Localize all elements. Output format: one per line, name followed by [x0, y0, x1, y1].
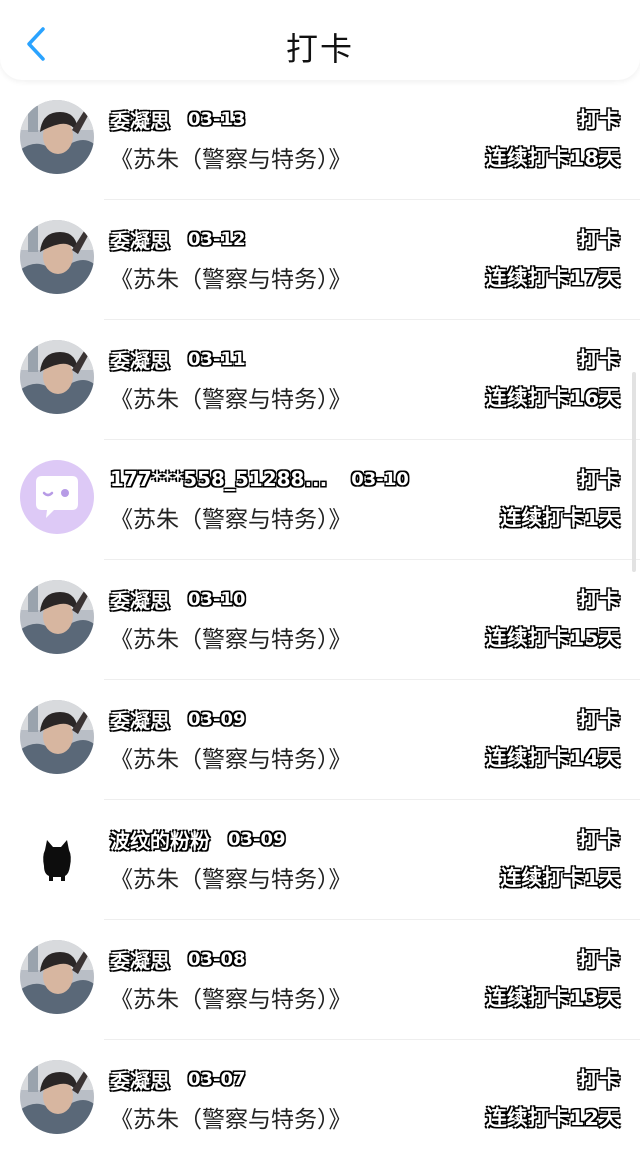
checkin-list[interactable]: 委凝思 03-13 《苏朱（警察与特务）》 打卡 连续打卡18天 委凝思 03-…	[0, 80, 640, 1140]
user-avatar[interactable]	[20, 220, 94, 294]
checkin-date: 03-10	[351, 468, 409, 490]
streak-count: 连续打卡1天	[500, 506, 620, 530]
streak-count: 连续打卡1天	[500, 866, 620, 890]
book-title[interactable]: 《苏朱（警察与特务）》	[110, 1100, 352, 1134]
page-title: 打卡	[285, 30, 354, 68]
user-avatar[interactable]	[20, 1060, 94, 1134]
checkin-row[interactable]: 委凝思 03-09 《苏朱（警察与特务）》 打卡 连续打卡14天	[0, 680, 640, 800]
book-title[interactable]: 《苏朱（警察与特务）》	[110, 500, 352, 534]
profile-photo	[20, 1060, 94, 1134]
book-title[interactable]: 《苏朱（警察与特务）》	[110, 620, 352, 654]
checkin-label: 打卡	[578, 348, 620, 372]
streak-count: 连续打卡16天	[485, 386, 620, 410]
book-title[interactable]: 《苏朱（警察与特务）》	[110, 740, 352, 774]
streak-count: 连续打卡18天	[485, 146, 620, 170]
streak-count: 连续打卡12天	[485, 1106, 620, 1130]
checkin-label: 打卡	[578, 1068, 620, 1092]
user-avatar[interactable]	[20, 340, 94, 414]
checkin-label: 打卡	[578, 468, 620, 492]
user-name[interactable]: 177***558_51288...	[110, 467, 327, 491]
checkin-date: 03-12	[188, 228, 246, 250]
checkin-date: 03-08	[188, 948, 246, 970]
checkin-date: 03-07	[188, 1068, 246, 1090]
user-name[interactable]: 委凝思	[110, 345, 170, 374]
checkin-label: 打卡	[578, 708, 620, 732]
user-name[interactable]: 委凝思	[110, 225, 170, 254]
checkin-row[interactable]: 委凝思 03-07 《苏朱（警察与特务）》 打卡 连续打卡12天	[0, 1040, 640, 1160]
checkin-row[interactable]: 委凝思 03-13 《苏朱（警察与特务）》 打卡 连续打卡18天	[0, 80, 640, 200]
user-avatar[interactable]	[20, 100, 94, 174]
checkin-date: 03-09	[228, 828, 286, 850]
checkin-row[interactable]: 委凝思 03-11 《苏朱（警察与特务）》 打卡 连续打卡16天	[0, 320, 640, 440]
book-title[interactable]: 《苏朱（警察与特务）》	[110, 140, 352, 174]
book-title[interactable]: 《苏朱（警察与特务）》	[110, 260, 352, 294]
checkin-date: 03-11	[188, 348, 246, 370]
user-avatar[interactable]	[20, 460, 94, 534]
streak-count: 连续打卡14天	[485, 746, 620, 770]
streak-count: 连续打卡17天	[485, 266, 620, 290]
checkin-row[interactable]: 177***558_51288... 03-10 《苏朱（警察与特务）》 打卡 …	[0, 440, 640, 560]
checkin-row[interactable]: 委凝思 03-10 《苏朱（警察与特务）》 打卡 连续打卡15天	[0, 560, 640, 680]
profile-photo	[20, 700, 94, 774]
checkin-label: 打卡	[578, 228, 620, 252]
checkin-row[interactable]: 波纹的粉粉 03-09 《苏朱（警察与特务）》 打卡 连续打卡1天	[0, 800, 640, 920]
user-avatar[interactable]	[20, 940, 94, 1014]
user-name[interactable]: 委凝思	[110, 1065, 170, 1094]
checkin-label: 打卡	[578, 108, 620, 132]
chat-bubble-avatar	[20, 460, 94, 534]
book-title[interactable]: 《苏朱（警察与特务）》	[110, 980, 352, 1014]
profile-photo	[20, 580, 94, 654]
profile-photo	[20, 940, 94, 1014]
user-avatar[interactable]	[20, 580, 94, 654]
user-avatar[interactable]	[20, 700, 94, 774]
checkin-date: 03-09	[188, 708, 246, 730]
user-name[interactable]: 波纹的粉粉	[110, 825, 210, 854]
top-bar: 打卡	[0, 0, 640, 80]
streak-count: 连续打卡15天	[485, 626, 620, 650]
checkin-label: 打卡	[578, 588, 620, 612]
streak-count: 连续打卡13天	[485, 986, 620, 1010]
book-title[interactable]: 《苏朱（警察与特务）》	[110, 380, 352, 414]
book-title[interactable]: 《苏朱（警察与特务）》	[110, 860, 352, 894]
checkin-label: 打卡	[578, 948, 620, 972]
checkin-date: 03-10	[188, 588, 246, 610]
black-cat-avatar	[20, 820, 94, 894]
user-name[interactable]: 委凝思	[110, 705, 170, 734]
user-name[interactable]: 委凝思	[110, 945, 170, 974]
user-avatar[interactable]	[20, 820, 94, 894]
checkin-date: 03-13	[188, 108, 246, 130]
user-name[interactable]: 委凝思	[110, 585, 170, 614]
profile-photo	[20, 220, 94, 294]
user-name[interactable]: 委凝思	[110, 105, 170, 134]
checkin-row[interactable]: 委凝思 03-08 《苏朱（警察与特务）》 打卡 连续打卡13天	[0, 920, 640, 1040]
checkin-row[interactable]: 委凝思 03-12 《苏朱（警察与特务）》 打卡 连续打卡17天	[0, 200, 640, 320]
profile-photo	[20, 340, 94, 414]
checkin-label: 打卡	[578, 828, 620, 852]
scrollbar[interactable]	[632, 372, 636, 572]
profile-photo	[20, 100, 94, 174]
